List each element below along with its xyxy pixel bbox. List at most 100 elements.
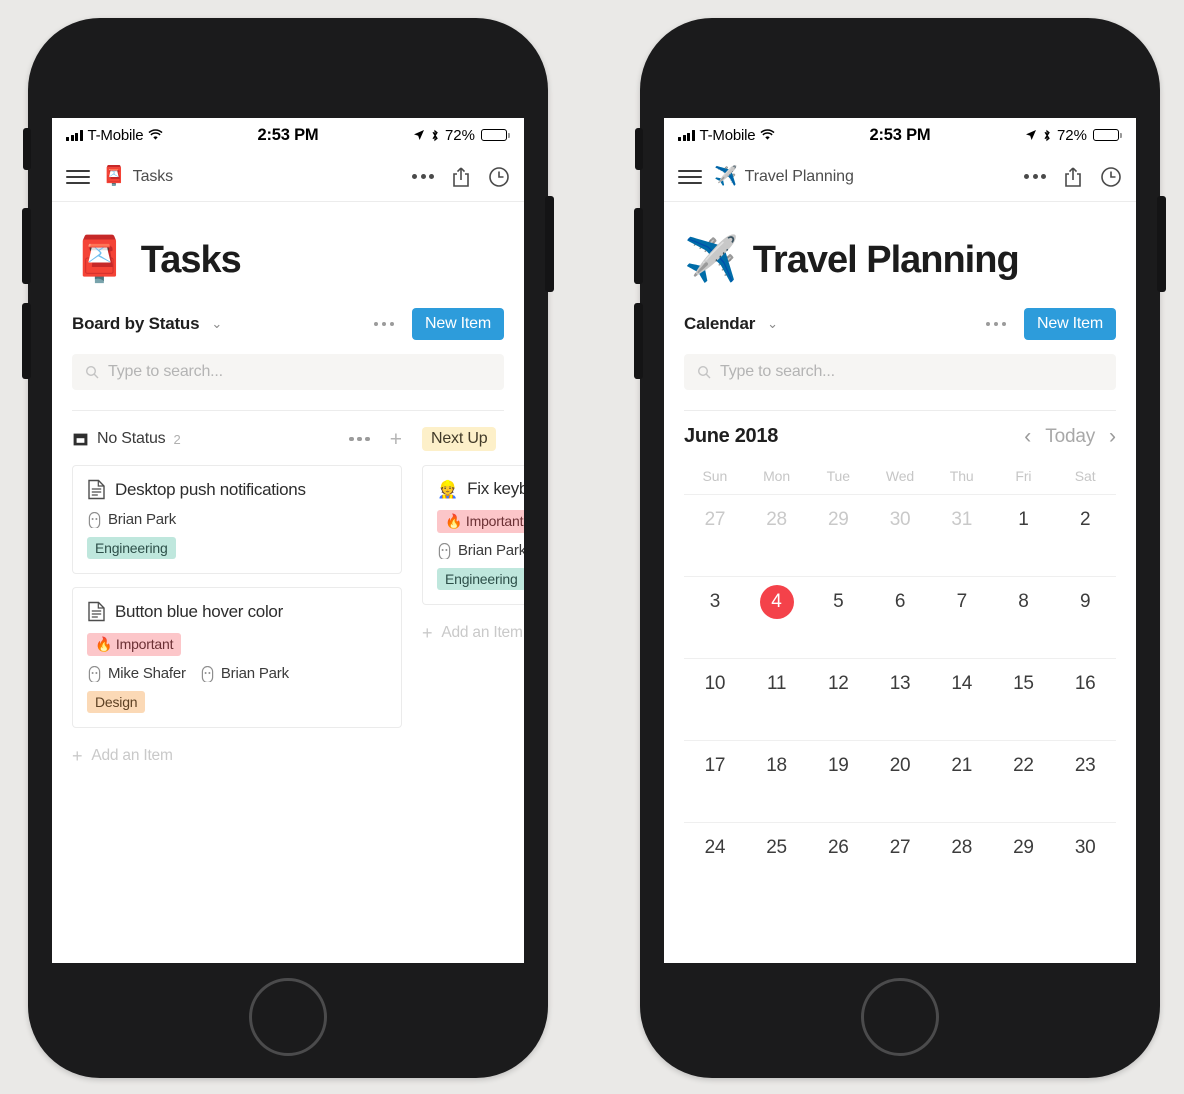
today-button[interactable]: Today (1045, 426, 1095, 448)
home-button[interactable] (861, 978, 939, 1056)
calendar-day-cell[interactable]: 18 (745, 740, 808, 822)
calendar-day-cell[interactable]: 28 (930, 822, 993, 904)
card-tag-important[interactable]: 🔥 Important (437, 510, 524, 533)
card-tag[interactable]: Design (87, 691, 146, 713)
board-card[interactable]: Button blue hover color 🔥 Important Mike… (72, 587, 402, 728)
ellipsis-icon[interactable] (1024, 174, 1046, 179)
calendar-day-cell[interactable]: 27 (869, 822, 931, 904)
calendar-day-cell[interactable]: 15 (992, 658, 1055, 740)
avatar-icon (438, 542, 451, 559)
calendar-day-cell[interactable]: 30 (1054, 822, 1116, 904)
card-tag[interactable]: Engineering (437, 568, 524, 590)
card-people: Brian Park (437, 542, 524, 559)
calendar-weekday-row: Sun Mon Tue Wed Thu Fri Sat (684, 454, 1116, 494)
volume-up-button[interactable] (634, 208, 643, 284)
power-button[interactable] (545, 196, 554, 292)
calendar-day-cell[interactable]: 24 (684, 822, 746, 904)
page-header: ✈️ Travel Planning (684, 202, 1116, 308)
person-chip[interactable]: Brian Park (437, 542, 524, 559)
calendar-day-cell[interactable]: 17 (684, 740, 746, 822)
view-selector-label[interactable]: Calendar (684, 314, 755, 334)
volume-down-button[interactable] (22, 303, 31, 379)
calendar-day-cell[interactable]: 27 (684, 494, 746, 576)
new-item-button[interactable]: New Item (412, 308, 504, 340)
calendar-day-cell[interactable]: 31 (930, 494, 993, 576)
column-options-ellipsis-icon[interactable] (349, 436, 370, 442)
document-icon (88, 479, 105, 500)
calendar-day-cell[interactable]: 6 (869, 576, 931, 658)
share-icon[interactable] (451, 166, 471, 188)
calendar-day-cell[interactable]: 8 (992, 576, 1055, 658)
calendar-day-cell[interactable]: 29 (992, 822, 1055, 904)
calendar-day-cell[interactable]: 21 (930, 740, 993, 822)
chevron-down-icon[interactable]: ⌄ (211, 316, 222, 332)
add-item-button[interactable]: + Add an Item (72, 741, 402, 771)
view-toolbar: Calendar ⌄ New Item (684, 308, 1116, 354)
prev-month-button[interactable]: ‹ (1024, 426, 1031, 447)
board-columns: No Status 2 + Desktop push notifications… (72, 411, 524, 771)
next-month-button[interactable]: › (1109, 426, 1116, 447)
navbar-title[interactable]: 📮 Tasks (102, 167, 400, 186)
calendar-day-cell[interactable]: 25 (745, 822, 808, 904)
calendar-day-cell[interactable]: 5 (807, 576, 870, 658)
calendar-day-cell[interactable]: 9 (1054, 576, 1116, 658)
board-card[interactable]: Desktop push notifications Brian Park En… (72, 465, 402, 574)
silent-switch-button[interactable] (635, 128, 643, 170)
card-tag[interactable]: Engineering (87, 537, 176, 559)
calendar-day-cell[interactable]: 26 (807, 822, 870, 904)
calendar-day-number: 28 (951, 837, 972, 858)
clock-label: 2:53 PM (257, 125, 319, 144)
calendar-day-cell[interactable]: 16 (1054, 658, 1116, 740)
add-item-button[interactable]: + Add an Item (422, 618, 524, 648)
calendar-day-cell[interactable]: 3 (684, 576, 746, 658)
search-icon (697, 365, 711, 379)
calendar-day-cell[interactable]: 11 (745, 658, 808, 740)
avatar-icon (201, 665, 214, 682)
search-input[interactable]: Type to search... (684, 354, 1116, 390)
calendar-day-cell[interactable]: 30 (869, 494, 931, 576)
view-options-ellipsis-icon[interactable] (985, 321, 1007, 327)
clock-icon[interactable] (488, 166, 510, 188)
calendar-day-cell[interactable]: 28 (745, 494, 808, 576)
calendar-day-cell[interactable]: 23 (1054, 740, 1116, 822)
column-title: Next Up (422, 427, 497, 451)
chevron-down-icon[interactable]: ⌄ (767, 316, 778, 332)
calendar-day-cell[interactable]: 22 (992, 740, 1055, 822)
volume-up-button[interactable] (22, 208, 31, 284)
hamburger-menu-icon[interactable] (66, 169, 90, 184)
phone-screen-travel: T-Mobile 2:53 PM 72% ✈️ Travel Planning … (664, 118, 1136, 963)
search-input[interactable]: Type to search... (72, 354, 504, 390)
search-placeholder: Type to search... (720, 363, 835, 380)
silent-switch-button[interactable] (23, 128, 31, 170)
power-button[interactable] (1157, 196, 1166, 292)
calendar-day-cell[interactable]: 14 (930, 658, 993, 740)
person-chip[interactable]: Brian Park (200, 665, 289, 682)
view-selector-label[interactable]: Board by Status (72, 314, 200, 334)
calendar-day-cell[interactable]: 4 (745, 576, 808, 658)
calendar-day-cell[interactable]: 13 (869, 658, 931, 740)
app-navbar: 📮 Tasks (52, 152, 524, 202)
card-people: Mike Shafer Brian Park (87, 665, 387, 682)
home-button[interactable] (249, 978, 327, 1056)
volume-down-button[interactable] (634, 303, 643, 379)
calendar-day-cell[interactable]: 7 (930, 576, 993, 658)
calendar-day-cell[interactable]: 2 (1054, 494, 1116, 576)
person-chip[interactable]: Brian Park (87, 511, 176, 528)
new-item-button[interactable]: New Item (1024, 308, 1116, 340)
calendar-day-cell[interactable]: 20 (869, 740, 931, 822)
board-card[interactable]: 👷 Fix keyboard shortcuts 🔥 Important (422, 465, 524, 605)
card-tag-important[interactable]: 🔥 Important (87, 633, 182, 656)
calendar-day-cell[interactable]: 12 (807, 658, 870, 740)
share-icon[interactable] (1063, 166, 1083, 188)
calendar-day-cell[interactable]: 1 (992, 494, 1055, 576)
clock-icon[interactable] (1100, 166, 1122, 188)
calendar-day-cell[interactable]: 19 (807, 740, 870, 822)
navbar-title[interactable]: ✈️ Travel Planning (714, 167, 1012, 186)
calendar-day-cell[interactable]: 10 (684, 658, 746, 740)
calendar-day-cell[interactable]: 29 (807, 494, 870, 576)
view-options-ellipsis-icon[interactable] (373, 321, 395, 327)
person-chip[interactable]: Mike Shafer (87, 665, 186, 682)
add-card-plus-icon[interactable]: + (390, 429, 402, 450)
hamburger-menu-icon[interactable] (678, 169, 702, 184)
ellipsis-icon[interactable] (412, 174, 434, 179)
